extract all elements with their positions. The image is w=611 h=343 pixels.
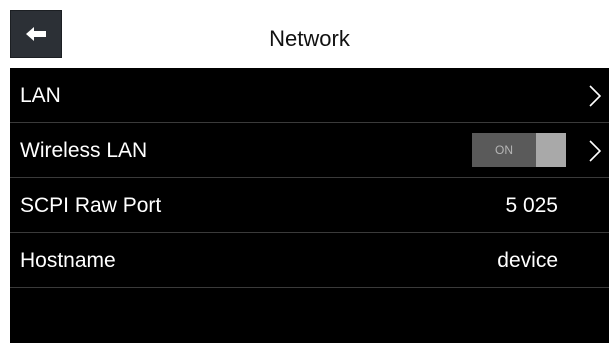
network-panel: Network LAN Wireless LAN ON SCPI Raw Por… bbox=[10, 10, 609, 343]
row-label-lan: LAN bbox=[20, 84, 61, 107]
settings-row-hostname[interactable]: Hostname device bbox=[10, 233, 609, 288]
hostname-value[interactable]: device bbox=[497, 233, 558, 288]
toggle-state-label: ON bbox=[495, 143, 513, 157]
row-label-scpi-raw-port: SCPI Raw Port bbox=[20, 194, 162, 217]
screen: Network LAN Wireless LAN ON SCPI Raw Por… bbox=[0, 0, 611, 343]
row-label-hostname: Hostname bbox=[20, 249, 116, 272]
chevron-right-icon[interactable] bbox=[589, 85, 602, 107]
settings-row-wireless-lan[interactable]: Wireless LAN ON bbox=[10, 123, 609, 178]
back-button[interactable] bbox=[10, 10, 62, 58]
row-label-wireless-lan: Wireless LAN bbox=[20, 139, 148, 162]
page-title: Network bbox=[269, 26, 350, 51]
scpi-raw-port-value[interactable]: 5 025 bbox=[505, 178, 558, 233]
settings-list: LAN Wireless LAN ON SCPI Raw Port 5 025 … bbox=[10, 68, 609, 288]
chevron-right-icon[interactable] bbox=[589, 140, 602, 162]
settings-row-scpi-raw-port[interactable]: SCPI Raw Port 5 025 bbox=[10, 178, 609, 233]
arrow-left-icon bbox=[25, 26, 47, 42]
settings-row-lan[interactable]: LAN bbox=[10, 68, 609, 123]
wireless-lan-toggle[interactable]: ON bbox=[472, 133, 566, 167]
header-bar: Network bbox=[10, 10, 609, 68]
toggle-knob[interactable] bbox=[536, 133, 566, 167]
